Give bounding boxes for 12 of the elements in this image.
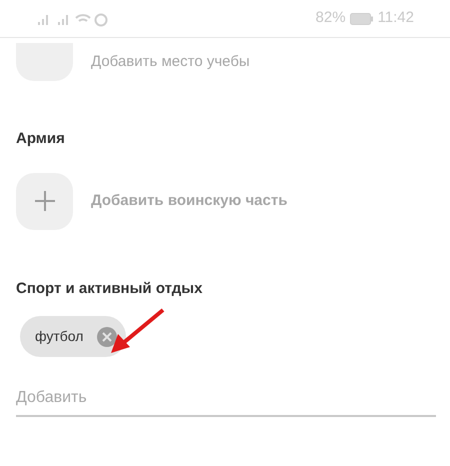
add-study-label[interactable]: Добавить место учебы	[91, 50, 250, 74]
section-title: Армия	[16, 129, 66, 149]
input-field[interactable]: Добавить	[16, 381, 436, 417]
battery-icon	[350, 12, 374, 24]
add-military-unit-label[interactable]: Добавить воинскую часть	[91, 190, 288, 212]
signal-icon	[36, 10, 108, 26]
remove-icon[interactable]	[97, 326, 118, 346]
arrow-icon	[108, 307, 166, 355]
add-button[interactable]	[16, 172, 73, 230]
plus-icon	[34, 190, 56, 212]
tag-label: футбол	[35, 327, 84, 346]
section-title: Спорт и активный отдых	[16, 278, 204, 298]
